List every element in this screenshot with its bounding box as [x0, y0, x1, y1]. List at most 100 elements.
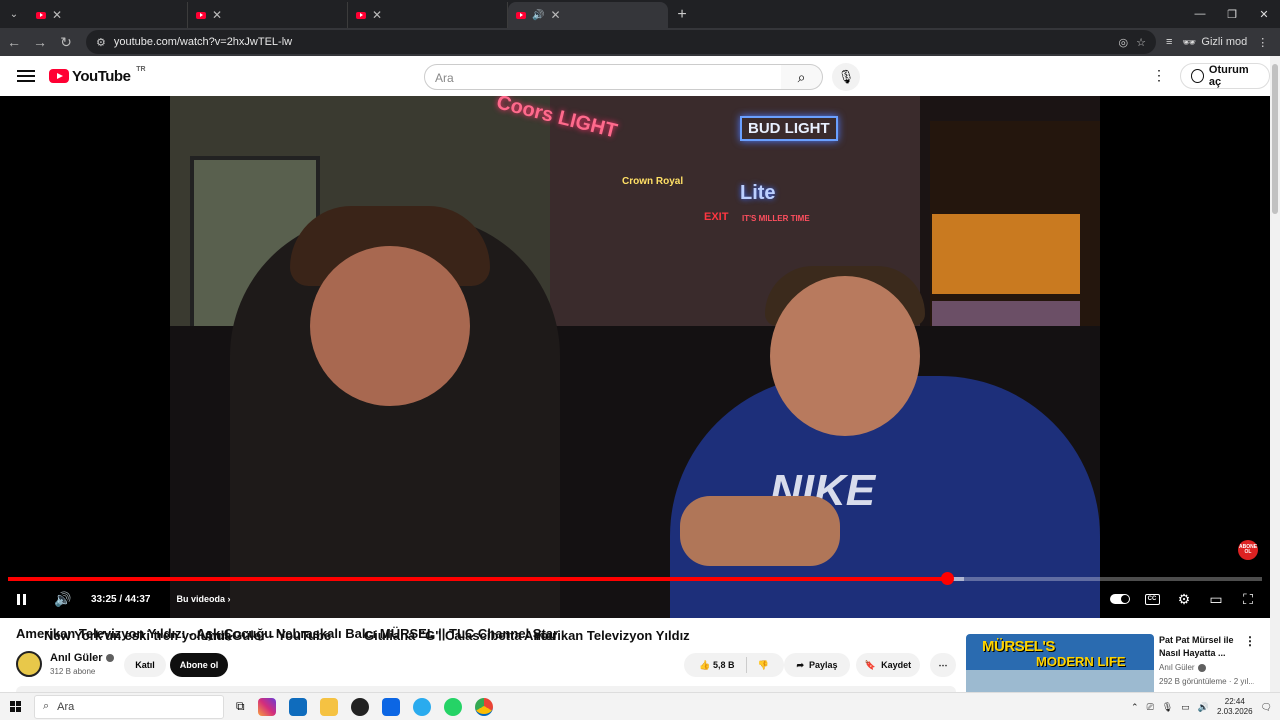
browser-tab[interactable]: New York'un eski tren yolunda ✕	[28, 2, 232, 643]
recommended-title[interactable]: Pat Pat Mürsel ile Nasıl Hayatta ...	[1159, 634, 1241, 660]
recommended-channel[interactable]: Anıl Güler	[1159, 663, 1206, 672]
subscribe-button[interactable]: Abone ol	[170, 653, 228, 677]
notification-icon[interactable]: 🗨	[1261, 702, 1272, 713]
neon-sign-lite: Lite	[740, 182, 776, 204]
tab-close-icon[interactable]: ✕	[550, 8, 560, 22]
save-bookmark-icon: 🔖	[864, 659, 877, 670]
join-button[interactable]: Katıl	[124, 653, 166, 677]
eye-off-icon[interactable]: ◎	[1119, 36, 1129, 49]
theater-mode-icon[interactable]: ▭	[1202, 585, 1230, 613]
settings-gear-icon[interactable]: ⚙	[1170, 585, 1198, 613]
chapter-label: Bu videoda	[176, 594, 226, 604]
browser-tab[interactable]: Anıl Güler - YouTube ✕	[188, 2, 348, 643]
signin-label: Oturum aç	[1208, 64, 1249, 88]
device-icon[interactable]: ⎚	[1147, 702, 1154, 713]
file-explorer-icon[interactable]	[319, 697, 338, 716]
youtube-favicon-icon	[516, 11, 526, 19]
exit-sign: EXIT	[704, 211, 729, 223]
logo-text: YouTube	[72, 67, 131, 85]
dislike-button[interactable]: 👎	[758, 660, 769, 671]
close-window-icon[interactable]: ✕	[1248, 0, 1280, 28]
network-icon[interactable]: ▭	[1181, 702, 1190, 713]
trello-icon[interactable]	[381, 697, 400, 716]
volume-icon[interactable]: 🔊	[49, 585, 77, 613]
tab-close-icon[interactable]: ✕	[372, 8, 382, 22]
country-code: TR	[133, 63, 149, 75]
thumbnail-text: MODERN LIFE	[1036, 654, 1126, 669]
autoplay-toggle[interactable]	[1106, 585, 1134, 613]
hamburger-menu-icon[interactable]	[17, 70, 35, 82]
like-button[interactable]: 👍 5,8 B	[699, 660, 734, 671]
recommended-channel-text: Anıl Güler	[1159, 663, 1195, 672]
search-icon: ⌕	[43, 700, 50, 712]
pause-icon[interactable]	[7, 585, 35, 613]
app-icon[interactable]	[350, 697, 369, 716]
channel-avatar[interactable]	[16, 651, 42, 677]
speaker-icon[interactable]: 🔊	[532, 10, 544, 21]
chrome-icon[interactable]	[474, 697, 493, 716]
system-tray: ⌃ ⎚ 🎙 ▭ 🔊 22:44 2.03.2026 🗨	[1131, 693, 1272, 721]
youtube-logo[interactable]: YouTube TR	[49, 63, 149, 85]
voice-search-icon[interactable]: 🎙	[832, 63, 860, 91]
subtitles-button[interactable]: CC	[1138, 585, 1166, 613]
new-tab-button[interactable]: +	[668, 2, 696, 28]
taskbar-search[interactable]: ⌕ Ara	[34, 694, 224, 719]
fullscreen-icon[interactable]: ⛶	[1234, 585, 1262, 613]
whatsapp-icon[interactable]	[443, 697, 462, 716]
tab-search-chevron-icon[interactable]: ⌄	[0, 0, 28, 28]
video-frame[interactable]: Coors LIGHT Crown Royal BUD LIGHT Lite I…	[170, 96, 1100, 618]
chevron-up-icon[interactable]: ⌃	[1131, 702, 1139, 713]
subtitles-icon: CC	[1144, 593, 1160, 605]
thumbs-up-icon: 👍	[699, 659, 711, 670]
browser-menu-icon[interactable]: ⋮	[1257, 36, 1268, 49]
clock-time: 22:44	[1224, 697, 1245, 706]
outlook-icon[interactable]	[288, 697, 307, 716]
forward-icon[interactable]: →	[28, 30, 52, 54]
microphone-icon[interactable]: 🎙	[1162, 702, 1173, 713]
toggle-icon	[1110, 594, 1130, 604]
chapter-button[interactable]: Bu videoda ›	[177, 594, 231, 604]
subscribe-watermark-badge[interactable]: ABONE OL	[1238, 540, 1258, 560]
chevron-right-icon: ›	[227, 594, 231, 604]
page-scrollbar[interactable]	[1270, 56, 1280, 692]
browser-toolbar: ← → ↻ ⚙ youtube.com/watch?v=2hxJwTEL-lw …	[0, 28, 1280, 56]
recommended-meta: 292 B görüntüleme · 2 yıl...	[1159, 677, 1254, 686]
telegram-icon[interactable]	[412, 697, 431, 716]
start-button[interactable]	[0, 701, 30, 712]
minimize-icon[interactable]: —	[1184, 0, 1216, 28]
tab-close-icon[interactable]: ✕	[52, 8, 62, 22]
save-button[interactable]: 🔖 Kaydet	[856, 653, 920, 677]
address-bar[interactable]: ⚙ youtube.com/watch?v=2hxJwTEL-lw ◎ ☆	[86, 30, 1156, 54]
subscriber-count: 312 B abone	[50, 667, 96, 676]
scrollbar-thumb[interactable]	[1272, 64, 1278, 214]
tab-close-icon[interactable]: ✕	[212, 8, 222, 22]
back-icon[interactable]: ←	[2, 30, 26, 54]
browser-tab-active[interactable]: Amerikan Televizyon Yıldız 🔊 ✕	[508, 2, 690, 643]
save-label: Kaydet	[881, 660, 912, 670]
clock[interactable]: 22:44 2.03.2026	[1217, 697, 1253, 717]
video-player[interactable]: Coors LIGHT Crown Royal BUD LIGHT Lite I…	[0, 96, 1270, 618]
search-button[interactable]: ⌕	[781, 64, 823, 90]
site-info-icon[interactable]: ⚙	[96, 36, 106, 49]
search-input[interactable]: Ara	[424, 64, 782, 90]
youtube-play-icon	[49, 69, 69, 83]
channel-name[interactable]: Anıl Güler	[50, 652, 114, 664]
bookmark-star-icon[interactable]: ☆	[1136, 36, 1146, 49]
task-view-icon[interactable]: ⧉	[236, 699, 245, 714]
instagram-icon[interactable]	[257, 697, 276, 716]
reload-icon[interactable]: ↻	[54, 30, 78, 54]
progress-bar[interactable]	[8, 572, 1262, 585]
more-actions-icon[interactable]: ⋯	[930, 653, 956, 677]
share-button[interactable]: ➦ Paylaş	[784, 653, 850, 677]
volume-icon[interactable]: 🔊	[1198, 702, 1209, 713]
recommended-more-icon[interactable]: ⋮	[1244, 634, 1256, 648]
browser-tab[interactable]: Giuliana "G" Calascibetta - You ✕	[348, 2, 556, 643]
restore-icon[interactable]: ❐	[1216, 0, 1248, 28]
incognito-indicator[interactable]: 🕶 Gizli mod	[1182, 36, 1247, 49]
thumbnail-text: MÜRSEL'S	[982, 638, 1055, 655]
url-text: youtube.com/watch?v=2hxJwTEL-lw	[113, 36, 293, 48]
recommended-thumbnail[interactable]: MÜRSEL'S MODERN LIFE	[966, 634, 1154, 692]
settings-menu-icon[interactable]: ⋮	[1152, 67, 1166, 84]
signin-button[interactable]: Oturum aç	[1180, 63, 1270, 89]
media-controls-icon[interactable]: ≡	[1166, 36, 1172, 48]
